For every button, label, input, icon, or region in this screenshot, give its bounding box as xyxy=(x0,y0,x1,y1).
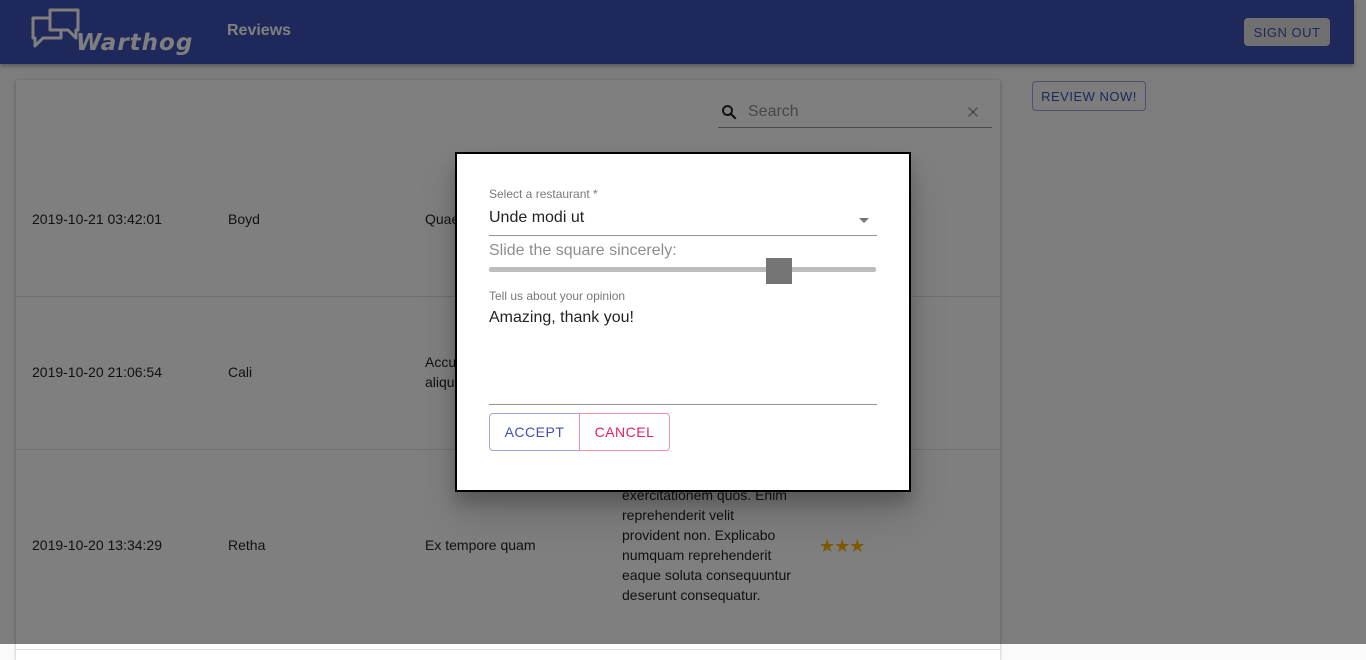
review-dialog: Select a restaurant * Unde modi ut Slide… xyxy=(455,152,911,492)
slider-label: Slide the square sincerely: xyxy=(489,242,677,259)
slider-track[interactable] xyxy=(489,267,876,272)
slider-thumb[interactable] xyxy=(766,258,793,284)
opinion-textarea[interactable]: Amazing, thank you! xyxy=(489,308,877,405)
restaurant-select-value: Unde modi ut xyxy=(489,209,585,226)
accept-button[interactable]: ACCEPT xyxy=(489,413,580,451)
dialog-button-group: ACCEPT CANCEL xyxy=(489,413,670,451)
restaurant-select-label: Select a restaurant * xyxy=(489,187,598,201)
restaurant-select[interactable]: Unde modi ut xyxy=(489,204,877,236)
opinion-label: Tell us about your opinion xyxy=(489,289,626,303)
cancel-button[interactable]: CANCEL xyxy=(579,413,670,451)
dropdown-arrow-icon xyxy=(859,218,869,223)
